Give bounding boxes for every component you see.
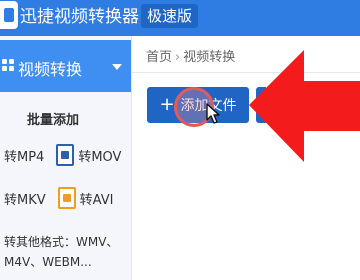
mov-file-icon [56, 144, 75, 166]
breadcrumb: 首页 › 视频转换 [146, 46, 235, 65]
grid-icon [2, 59, 14, 71]
other-formats-line-1: 转其他格式：WMV、 [4, 235, 119, 249]
breadcrumb-separator-icon: › [175, 50, 181, 65]
other-formats-link[interactable]: 转其他格式：WMV、 M4V、WEBM... [4, 232, 124, 272]
main-panel: 首页›视频转换 + 添加文件 [132, 36, 360, 280]
convert-mkv-link[interactable]: 转MKV [4, 189, 46, 208]
speed-edition-badge: 极速版 [141, 4, 199, 28]
convert-mp4-link[interactable]: 转MP4 [4, 146, 44, 165]
sidebar: 视频转换 批量添加 转MP4 转MOV 转MKV 转AVI 转其他格式：WMV、… [0, 36, 132, 280]
convert-mov-link[interactable]: 转MOV [78, 146, 121, 165]
sidebar-item-label: 视频转换 [18, 60, 83, 79]
mouse-pointer-icon [206, 103, 220, 124]
app-window: 迅捷视频转换器 极速版 视频转换 批量添加 转MP4 转MOV 转MKV 转AV… [0, 0, 360, 280]
app-title: 迅捷视频转换器 [20, 7, 139, 27]
format-row-1: 转MP4 转MOV [4, 143, 121, 167]
app-logo-icon [0, 1, 18, 29]
plus-icon: + [159, 94, 175, 115]
convert-avi-link[interactable]: 转AVI [80, 189, 114, 208]
breadcrumb-current: 视频转换 [183, 50, 236, 65]
chevron-down-icon[interactable] [112, 64, 122, 70]
sidebar-item-video-convert[interactable]: 视频转换 [0, 40, 131, 92]
red-arrow-pointer-icon [249, 50, 360, 162]
title-bar: 迅捷视频转换器 极速版 [0, 0, 360, 36]
format-row-2: 转MKV 转AVI [4, 186, 113, 210]
breadcrumb-home[interactable]: 首页 [146, 50, 172, 65]
other-formats-line-2: M4V、WEBM... [4, 255, 92, 269]
batch-add-heading: 批量添加 [26, 113, 79, 128]
avi-file-icon [57, 187, 76, 209]
